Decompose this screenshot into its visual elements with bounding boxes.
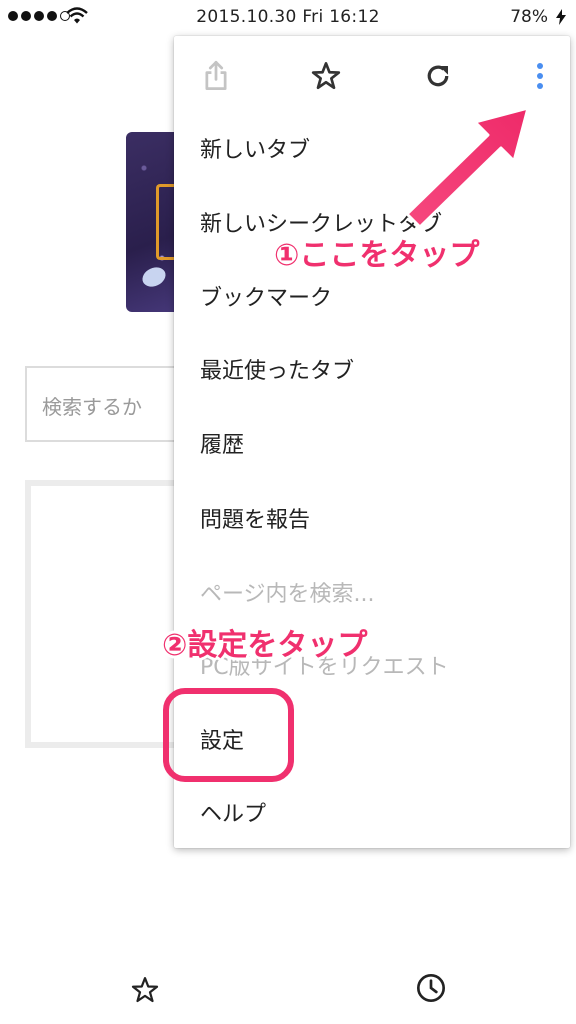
annotation-step2-label: ②設定をタップ	[162, 628, 368, 663]
bookmark-star-icon[interactable]	[308, 58, 344, 94]
share-icon[interactable]	[198, 58, 234, 94]
search-placeholder: 検索するか	[42, 395, 142, 419]
content-card	[25, 480, 185, 748]
menu-item-report-issue[interactable]: 問題を報告	[200, 502, 310, 534]
menu-item-find-in-page[interactable]: ページ内を検索...	[200, 576, 375, 608]
battery-percentage: 78%	[510, 7, 548, 27]
menu-item-recent-tabs[interactable]: 最近使ったタブ	[200, 353, 354, 385]
menu-item-new-tab[interactable]: 新しいタブ	[200, 132, 310, 164]
status-bar: 2015.10.30 Fri 16:12 78%	[0, 0, 576, 36]
doodle-decoration	[156, 184, 176, 260]
annotation-step1-label: ①ここをタップ	[274, 238, 480, 273]
menu-item-bookmarks[interactable]: ブックマーク	[200, 280, 332, 312]
annotation-highlight-box	[163, 688, 294, 782]
reload-icon[interactable]	[420, 58, 456, 94]
menu-toolbar	[174, 36, 570, 116]
charging-bolt-icon	[556, 9, 566, 25]
menu-item-help[interactable]: ヘルプ	[200, 796, 266, 828]
menu-item-history[interactable]: 履歴	[200, 427, 244, 459]
bookmarks-star-icon[interactable]	[130, 975, 160, 1005]
status-time: 2015.10.30 Fri 16:12	[196, 7, 380, 27]
more-vert-icon[interactable]	[522, 58, 558, 94]
history-clock-icon[interactable]	[415, 972, 447, 1004]
